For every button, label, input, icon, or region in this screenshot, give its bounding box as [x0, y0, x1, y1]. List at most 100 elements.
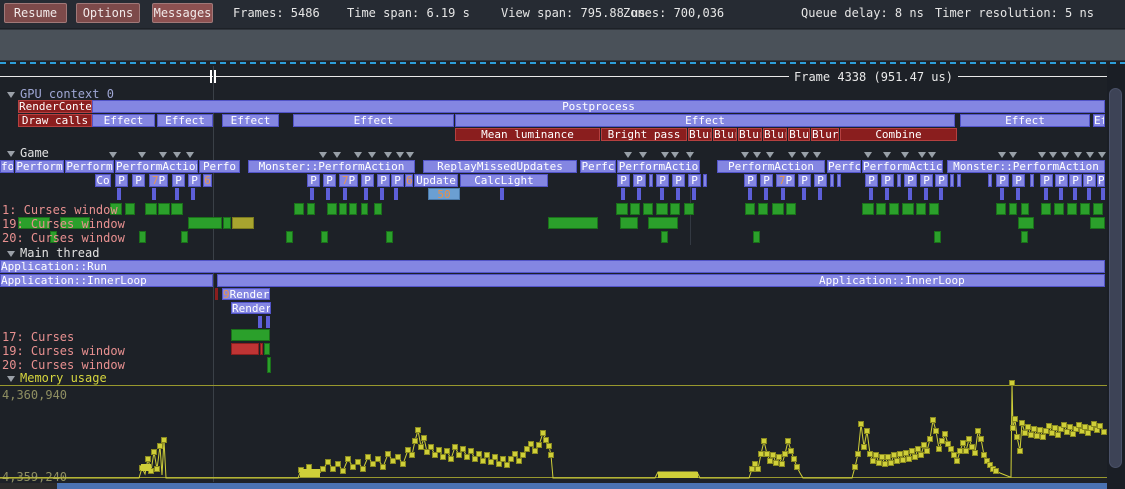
memory-sample-marker: [401, 462, 406, 467]
memory-sample-marker: [326, 460, 331, 465]
memory-sample-marker: [341, 469, 346, 474]
memory-sample-marker: [786, 439, 791, 444]
memory-sample-marker: [919, 453, 924, 458]
memory-sample-marker: [1068, 425, 1073, 430]
memory-sample-marker: [853, 465, 858, 470]
memory-sample-marker: [533, 449, 538, 454]
memory-sample-marker: [940, 439, 945, 444]
memory-sample-marker: [910, 449, 915, 454]
memory-sample-marker: [937, 447, 942, 452]
memory-sample-marker: [777, 455, 782, 460]
memory-sample-marker: [410, 453, 415, 458]
memory-sample-marker: [949, 447, 954, 452]
memory-sample-marker: [973, 451, 978, 456]
memory-sample-marker: [877, 461, 882, 466]
memory-sample-marker: [943, 432, 948, 437]
memory-sample-marker: [1035, 434, 1040, 439]
memory-sample-marker: [964, 449, 969, 454]
memory-sample-marker: [895, 459, 900, 464]
memory-sample-marker: [982, 453, 987, 458]
memory-sample-marker: [547, 444, 552, 449]
memory-sample-marker: [856, 452, 861, 457]
memory-dense-samples: [141, 464, 151, 471]
memory-sample-marker: [351, 465, 356, 470]
memory-sample-marker: [406, 448, 411, 453]
memory-sample-marker: [904, 451, 909, 456]
memory-sample-marker: [307, 465, 312, 470]
memory-sample-marker: [422, 436, 427, 441]
memory-sample-marker: [783, 452, 788, 457]
memory-sample-marker: [513, 452, 518, 457]
memory-sample-marker: [1050, 431, 1055, 436]
memory-sample-marker: [874, 453, 879, 458]
memory-sample-marker: [158, 444, 163, 449]
memory-sample-marker: [477, 452, 482, 457]
memory-sample-marker: [892, 453, 897, 458]
memory-sample-marker: [501, 457, 506, 462]
memory-sample-marker: [376, 457, 381, 462]
memory-sample-marker: [753, 462, 758, 467]
memory-sample-marker: [366, 455, 371, 460]
memory-sample-marker: [441, 455, 446, 460]
memory-sample-marker: [1011, 426, 1016, 431]
memory-sample-marker: [1032, 427, 1037, 432]
memory-sample-marker: [862, 445, 867, 450]
memory-sample-marker: [889, 461, 894, 466]
memory-sample-marker: [469, 449, 474, 454]
memory-sample-marker: [934, 429, 939, 434]
memory-sample-marker: [1053, 426, 1058, 431]
memory-sample-marker: [321, 467, 326, 472]
memory-sample-marker: [416, 428, 421, 433]
memory-sample-marker: [771, 453, 776, 458]
memory-sample-marker: [549, 453, 554, 458]
memory-sample-marker: [1044, 429, 1049, 434]
memory-sample-marker: [768, 459, 773, 464]
memory-sample-marker: [391, 459, 396, 464]
memory-sample-marker: [396, 455, 401, 460]
memory-dense-samples: [658, 472, 698, 478]
memory-sample-marker: [952, 453, 957, 458]
memory-sample-marker: [1041, 435, 1046, 440]
memory-sample-marker: [505, 463, 510, 468]
memory-sample-marker: [925, 449, 930, 454]
memory-sample-marker: [931, 418, 936, 423]
memory-sample-marker: [859, 422, 864, 427]
memory-sample-marker: [493, 455, 498, 460]
memory-sample-marker: [1013, 417, 1018, 422]
memory-sample-marker: [871, 459, 876, 464]
memory-sample-marker: [883, 462, 888, 467]
memory-sample-marker: [1020, 421, 1025, 426]
memory-sample-marker: [457, 453, 462, 458]
memory-sample-marker: [774, 461, 779, 466]
memory-sample-marker: [1015, 435, 1020, 440]
memory-sample-marker: [928, 437, 933, 442]
memory-sample-marker: [461, 447, 466, 452]
memory-sample-marker: [907, 457, 912, 462]
memory-sample-marker: [429, 445, 434, 450]
memory-sample-marker: [789, 449, 794, 454]
memory-sample-marker: [1098, 424, 1103, 429]
memory-sample-marker: [146, 457, 151, 462]
memory-sample-marker: [792, 457, 797, 462]
memory-sample-marker: [1010, 381, 1015, 386]
memory-sample-marker: [1047, 424, 1052, 429]
memory-sample-marker: [445, 449, 450, 454]
memory-sample-marker: [473, 457, 478, 462]
memory-sample-marker: [162, 438, 167, 443]
memory-sample-marker: [346, 457, 351, 462]
memory-sample-marker: [979, 437, 984, 442]
memory-sample-marker: [901, 458, 906, 463]
memory-usage-plot[interactable]: [0, 0, 1125, 489]
memory-sample-marker: [541, 431, 546, 436]
memory-sample-marker: [1062, 423, 1067, 428]
memory-sample-marker: [780, 462, 785, 467]
memory-sample-marker: [976, 429, 981, 434]
memory-sample-marker: [331, 467, 336, 472]
memory-sample-marker: [371, 462, 376, 467]
memory-sample-marker: [1038, 428, 1043, 433]
memory-sample-marker: [1029, 433, 1034, 438]
memory-sample-marker: [961, 441, 966, 446]
memory-sample-marker: [386, 452, 391, 457]
memory-sample-marker: [865, 429, 870, 434]
memory-sample-marker: [485, 453, 490, 458]
